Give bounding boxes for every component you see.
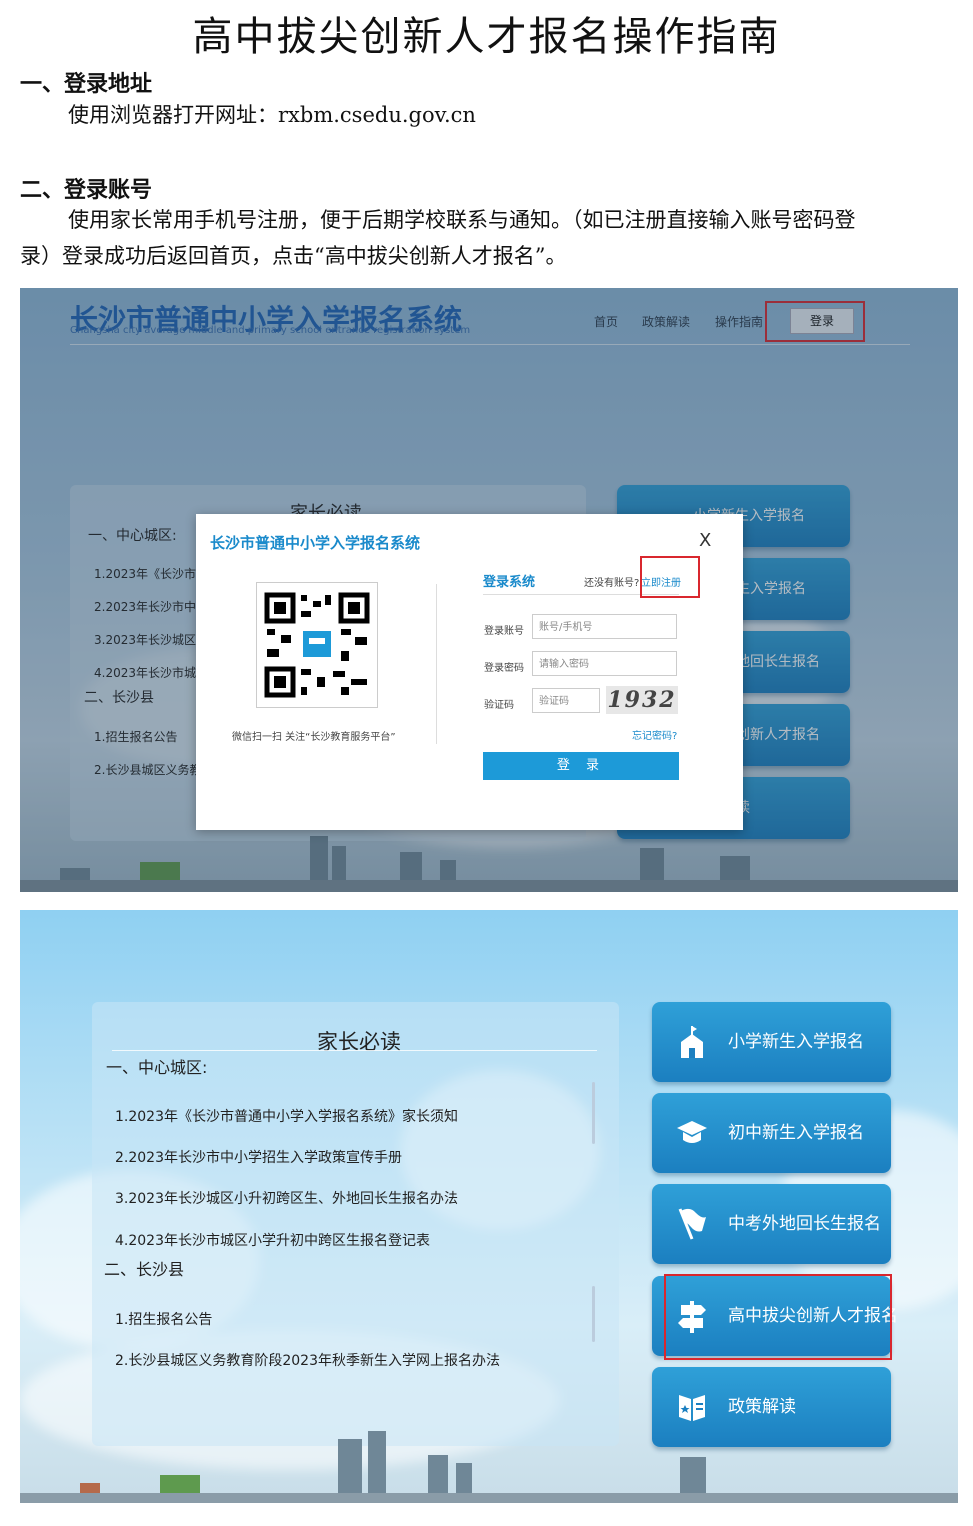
- section-2-line-1: 使用家长常用手机号注册，便于后期学校联系与通知。（如已注册直接输入账号密码登: [68, 208, 856, 232]
- captcha-label: 验证码: [484, 700, 514, 711]
- notice-panel: 家长必读 一、中心城区: 1.2023年《长沙市普通中小学入学报名系统》家长须知…: [92, 1002, 619, 1446]
- section-1-heading: 一、登录地址: [20, 72, 153, 97]
- login-heading: 登录系统: [483, 575, 536, 590]
- qr-code: [256, 582, 378, 708]
- tile-primary-school[interactable]: 小学新生入学报名: [652, 1002, 891, 1082]
- notice-item[interactable]: 3.2023年长沙城区小升初跨区生、外地回长生报名办法: [115, 1188, 458, 1208]
- account-field[interactable]: 账号/手机号: [532, 614, 677, 639]
- account-label: 登录账号: [484, 626, 524, 637]
- tile-label: 初中新生入学报名: [728, 1123, 864, 1143]
- modal-title: 长沙市普通中小学入学报名系统: [210, 534, 421, 552]
- tile-junior-high[interactable]: 初中新生入学报名: [652, 1093, 891, 1173]
- qr-caption: 微信扫一扫 关注“长沙教育服务平台”: [232, 732, 396, 743]
- screenshot-login: 长沙市普通中小学入学报名系统 Changsha city average mid…: [20, 288, 958, 892]
- document-title: 高中拔尖创新人才报名操作指南: [192, 14, 781, 60]
- captcha-image[interactable]: 1932: [606, 686, 678, 714]
- notice-item[interactable]: 1.2023年《长沙市普通中小学入学报名系统》家长须知: [115, 1106, 458, 1126]
- scrollbar-2[interactable]: [592, 1286, 595, 1342]
- captcha-field[interactable]: 验证码: [532, 688, 600, 713]
- flag-icon: [674, 1184, 710, 1264]
- section-1-text: 使用浏览器打开网址：rxbm.csedu.gov.cn: [68, 103, 476, 127]
- password-field[interactable]: 请输入密码: [532, 651, 677, 676]
- highlight-register: [640, 556, 700, 598]
- scrollbar-1[interactable]: [592, 1082, 595, 1144]
- submit-login-button[interactable]: 登 录: [483, 752, 679, 780]
- notice-group-2: 二、长沙县: [104, 1260, 185, 1279]
- notice-item[interactable]: 2.2023年长沙市中小学招生入学政策宣传手册: [115, 1147, 402, 1167]
- modal-divider: [436, 584, 437, 744]
- highlight-talent-tile: [664, 1274, 892, 1360]
- notice-title: 家长必读: [317, 1030, 401, 1054]
- tile-label: 中考外地回长生报名: [728, 1214, 881, 1234]
- forgot-password-link[interactable]: 忘记密码?: [632, 727, 677, 742]
- no-account-text: 还没有账号?: [584, 578, 640, 589]
- notice-item[interactable]: 2.长沙县城区义务教育阶段2023年秋季新生入学网上报名办法: [115, 1350, 500, 1370]
- tile-returning-students[interactable]: 中考外地回长生报名: [652, 1184, 891, 1264]
- notice-group-1: 一、中心城区:: [106, 1058, 208, 1077]
- notice-item[interactable]: 1.招生报名公告: [115, 1309, 212, 1329]
- notice-item[interactable]: 4.2023年长沙市城区小学升初中跨区生报名登记表: [115, 1230, 430, 1250]
- password-label: 登录密码: [484, 663, 524, 674]
- close-icon[interactable]: X: [699, 530, 711, 551]
- city-skyline: [20, 1423, 958, 1503]
- screenshot-home: 家长必读 一、中心城区: 1.2023年《长沙市普通中小学入学报名系统》家长须知…: [20, 910, 958, 1503]
- notice-title-rule: [112, 1050, 597, 1051]
- graduation-cap-icon: [674, 1093, 710, 1173]
- school-icon: [674, 1002, 710, 1082]
- tile-label: 小学新生入学报名: [728, 1032, 864, 1052]
- section-2-heading: 二、登录账号: [20, 178, 153, 203]
- section-2-line-2: 录）登录成功后返回首页，点击“高中拔尖创新人才报名”。: [20, 244, 567, 268]
